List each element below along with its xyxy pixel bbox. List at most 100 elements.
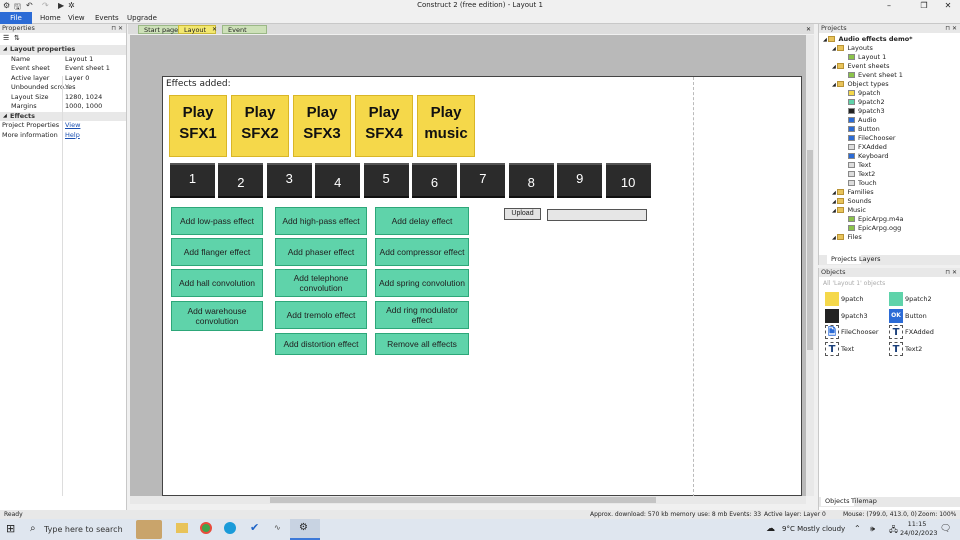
tree-item[interactable]: FileChooser	[823, 134, 959, 143]
property-category[interactable]: Effects ◢	[0, 111, 126, 122]
network-icon[interactable]: 🖧	[889, 524, 898, 538]
tree-item[interactable]: EpicArpg.ogg	[823, 224, 959, 233]
edge-icon[interactable]	[224, 522, 236, 534]
vertical-scroll-thumb[interactable]	[807, 150, 813, 350]
tree-item[interactable]: ◢ Event sheets	[823, 62, 959, 71]
property-row[interactable]: Margins 1000, 1000	[0, 102, 126, 112]
weather-text[interactable]: 9°C Mostly cloudy	[782, 525, 845, 533]
property-row[interactable]: Project Properties View	[0, 121, 126, 131]
object-item[interactable]: 9patch3	[825, 308, 868, 323]
tree-item[interactable]: 9patch3	[823, 107, 959, 116]
property-category[interactable]: Layout properties ◢	[0, 45, 126, 55]
property-row[interactable]: Unbounded scro... Yes	[0, 83, 126, 93]
close-tab-icon[interactable]: ✕	[212, 26, 217, 33]
tree-item[interactable]: ◢ Audio effects demo*	[823, 35, 959, 44]
tree-item[interactable]: FXAdded	[823, 143, 959, 152]
panel-pin-close-icon[interactable]: ⊓ ✕	[945, 268, 957, 277]
collapse-icon[interactable]: ◢	[3, 45, 7, 55]
layout-canvas[interactable]: Effects added: Play SFX1 Play SFX2 Play SFX…	[130, 35, 806, 496]
tab-upgrade[interactable]: Upgrade	[122, 12, 162, 24]
panel-pin-close-icon[interactable]: ⊓ ✕	[945, 24, 957, 33]
add-warehouse-convolution-button[interactable]: Add warehouse convolution	[171, 301, 263, 331]
app-icon[interactable]: ∿	[274, 523, 281, 532]
notifications-icon[interactable]: 🗨	[940, 524, 951, 534]
tree-item[interactable]: Text2	[823, 170, 959, 179]
play-sfx1-button[interactable]: Play SFX1	[169, 95, 227, 157]
number-tile-2[interactable]: 2	[218, 163, 264, 198]
add-phaser-effect-button[interactable]: Add phaser effect	[275, 238, 367, 266]
tree-item[interactable]: Button	[823, 125, 959, 134]
todo-icon[interactable]: ✔	[250, 521, 259, 534]
search-highlight-icon[interactable]	[136, 520, 162, 539]
number-tile-6[interactable]: 6	[412, 163, 457, 198]
tab-layout-1[interactable]: Layout 1	[178, 25, 216, 43]
number-tile-3[interactable]: 3	[266, 163, 312, 198]
tree-item[interactable]: Audio	[823, 116, 959, 125]
tree-item[interactable]: Layout 1	[823, 53, 959, 62]
add-delay-effect-button[interactable]: Add delay effect	[375, 207, 469, 235]
tree-item[interactable]: ◢ Families	[823, 188, 959, 197]
tab-tilemap[interactable]: Tilemap	[847, 497, 881, 506]
play-sfx2-button[interactable]: Play SFX2	[231, 95, 289, 157]
property-row[interactable]: Name Layout 1	[0, 55, 126, 65]
object-item[interactable]: OK Button	[889, 308, 927, 323]
taskbar-search-input[interactable]: Type here to search	[44, 525, 123, 534]
tree-item[interactable]: Text	[823, 161, 959, 170]
tab-file[interactable]: File	[0, 12, 32, 24]
categorized-icon[interactable]: ☰	[3, 34, 9, 42]
file-chooser-field[interactable]	[547, 209, 647, 221]
add-ring-modulator-effect-button[interactable]: Add ring modulator effect	[375, 301, 469, 329]
number-tile-9[interactable]: 9	[557, 163, 603, 198]
property-row[interactable]: Event sheet Event sheet 1	[0, 64, 126, 74]
collapse-icon[interactable]: ◢	[3, 112, 7, 122]
tray-chevron-icon[interactable]: ⌃	[854, 524, 861, 533]
property-link[interactable]: View	[65, 121, 80, 131]
tree-item[interactable]: ◢ Layouts	[823, 44, 959, 53]
add-high-pass-effect-button[interactable]: Add high-pass effect	[275, 207, 367, 235]
layout-area[interactable]: Effects added: Play SFX1 Play SFX2 Play SFX…	[162, 76, 802, 496]
tree-item[interactable]: EpicArpg.m4a	[823, 215, 959, 224]
minimize-button[interactable]: –	[878, 0, 900, 12]
tree-item[interactable]: ◢ Object types	[823, 80, 959, 89]
object-item[interactable]: 🗎 FileChooser	[825, 325, 879, 339]
number-tile-8[interactable]: 8	[508, 163, 554, 198]
property-row[interactable]: Layout Size 1280, 1024	[0, 93, 126, 103]
tab-view[interactable]: View	[63, 12, 90, 24]
remove-all-effects-button[interactable]: Remove all effects	[375, 333, 469, 355]
number-tile-4[interactable]: 4	[315, 163, 361, 198]
close-window-button[interactable]: ✕	[937, 0, 959, 12]
number-tile-5[interactable]: 5	[363, 163, 409, 198]
panel-pin-close-icon[interactable]: ⊓ ✕	[111, 24, 123, 33]
tab-layers[interactable]: Layers	[855, 255, 885, 264]
tree-item[interactable]: 9patch	[823, 89, 959, 98]
property-link[interactable]: Help	[65, 131, 80, 141]
object-item[interactable]: 9patch	[825, 292, 864, 306]
property-row[interactable]: Active layer Layer 0	[0, 74, 126, 84]
tab-events[interactable]: Events	[90, 12, 124, 24]
tree-item[interactable]: ◢ Files	[823, 233, 959, 242]
add-hall-convolution-button[interactable]: Add hall convolution	[171, 269, 263, 297]
object-item[interactable]: T Text	[825, 341, 854, 356]
play-sfx4-button[interactable]: Play SFX4	[355, 95, 413, 157]
add-low-pass-effect-button[interactable]: Add low-pass effect	[171, 207, 263, 235]
tree-item[interactable]: ◢ Sounds	[823, 197, 959, 206]
tree-item[interactable]: Touch	[823, 179, 959, 188]
add-spring-convolution-button[interactable]: Add spring convolution	[375, 269, 469, 297]
play-sfx3-button[interactable]: Play SFX3	[293, 95, 351, 157]
windows-start-icon[interactable]: ⊞	[6, 522, 15, 535]
tree-item[interactable]: 9patch2	[823, 98, 959, 107]
play-music-button[interactable]: Play music	[417, 95, 475, 157]
upload-button[interactable]: Upload	[504, 208, 541, 220]
object-item[interactable]: T Text2	[889, 341, 922, 356]
horizontal-scroll-thumb[interactable]	[270, 497, 656, 503]
tab-home[interactable]: Home	[35, 12, 66, 24]
tree-item[interactable]: ◢ Music	[823, 206, 959, 215]
file-explorer-icon[interactable]	[176, 523, 188, 533]
number-tile-1[interactable]: 1	[170, 163, 215, 198]
tree-item[interactable]: Keyboard	[823, 152, 959, 161]
tree-item[interactable]: Event sheet 1	[823, 71, 959, 80]
close-doc-icon[interactable]: ✕	[806, 26, 811, 33]
add-flanger-effect-button[interactable]: Add flanger effect	[171, 238, 263, 266]
tab-event-sheet-1[interactable]: Event sheet 1	[222, 25, 267, 43]
object-item[interactable]: T FXAdded	[889, 325, 934, 339]
